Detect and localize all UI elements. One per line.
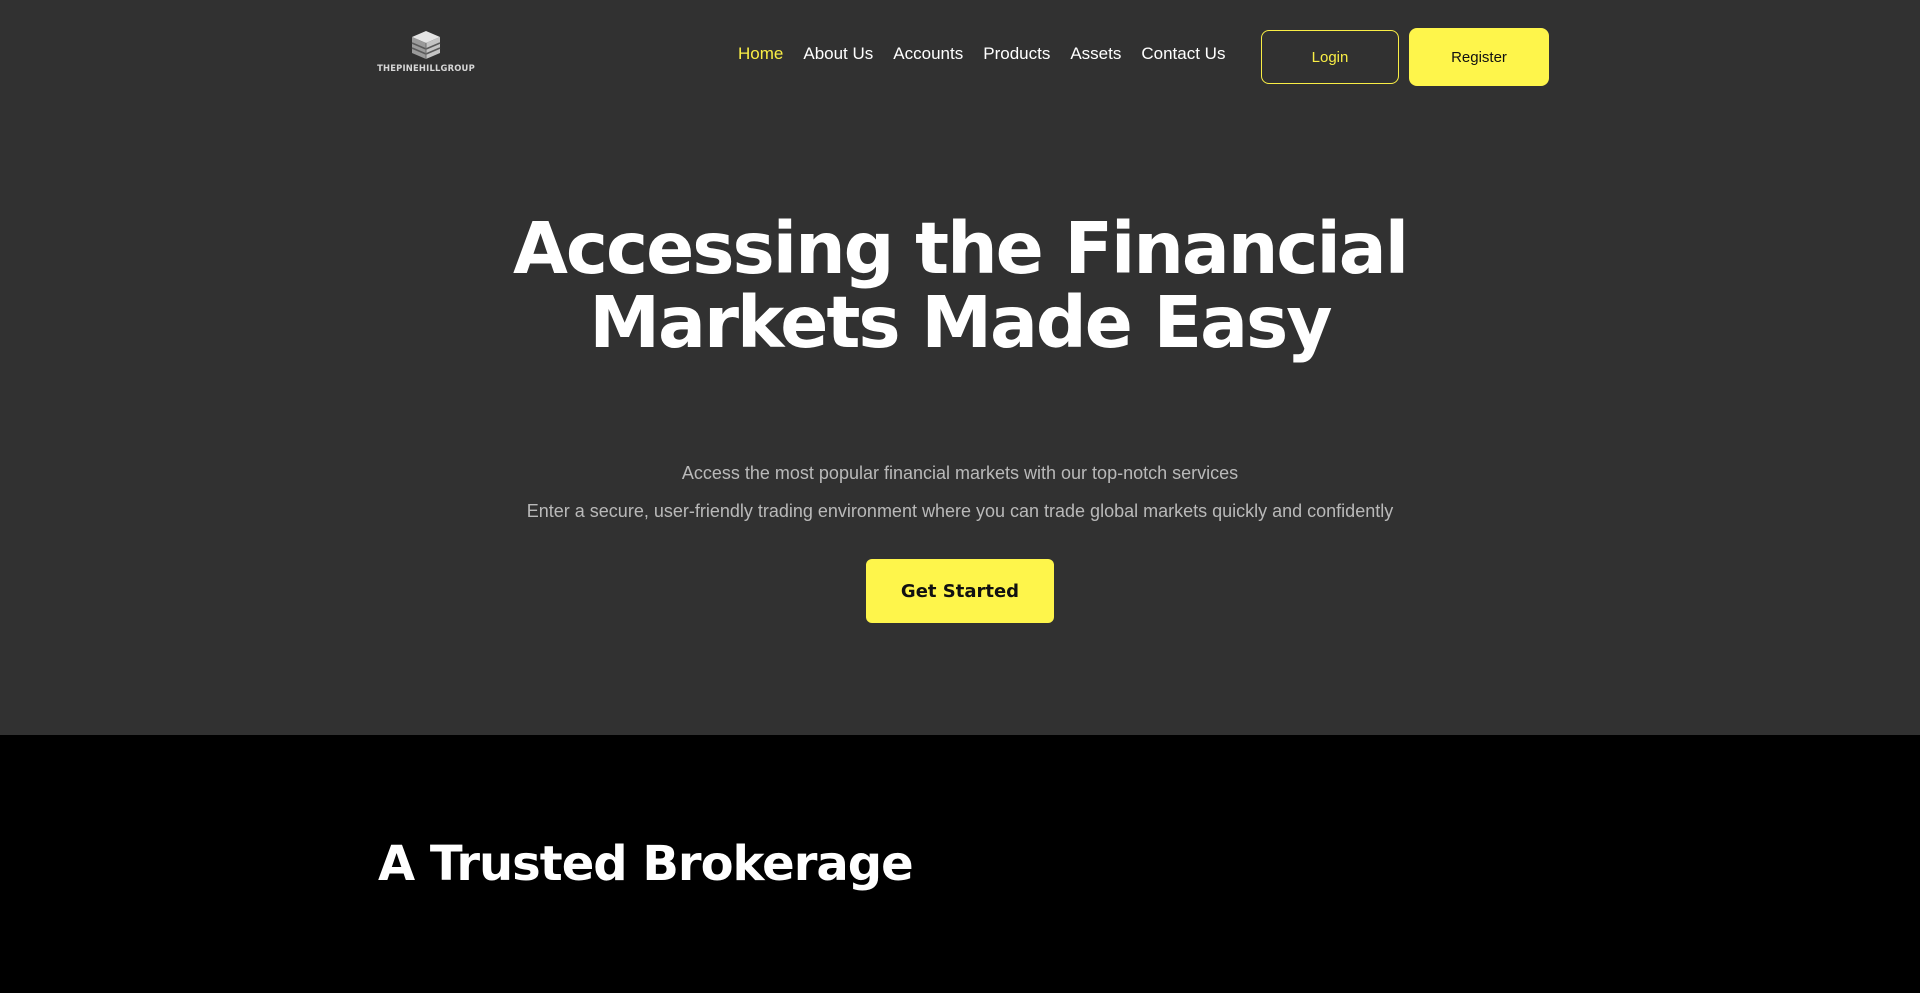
main-nav: Home About Us Accounts Products Assets C… (738, 44, 1225, 64)
cube-logo-icon (411, 31, 441, 59)
register-button[interactable]: Register (1409, 28, 1549, 86)
site-header: THEPINEHILLGROUP Home About Us Accounts … (0, 0, 1920, 113)
nav-item-products[interactable]: Products (983, 44, 1050, 64)
hero-subtitle-1: Access the most popular financial market… (681, 463, 1239, 483)
hero-title: Accessing the Financial Markets Made Eas… (0, 212, 1920, 360)
nav-item-about-us[interactable]: About Us (803, 44, 873, 64)
nav-item-home[interactable]: Home (738, 44, 783, 64)
hero-title-line-2: Markets Made Easy (589, 281, 1332, 364)
nav-item-assets[interactable]: Assets (1070, 44, 1121, 64)
trusted-brokerage-heading: A Trusted Brokerage (378, 836, 914, 892)
brand-logo[interactable]: THEPINEHILLGROUP (372, 30, 480, 80)
login-button[interactable]: Login (1261, 30, 1399, 84)
hero-title-line-1: Accessing the Financial (512, 207, 1409, 290)
nav-item-accounts[interactable]: Accounts (893, 44, 963, 64)
nav-item-contact-us[interactable]: Contact Us (1141, 44, 1225, 64)
hero-section: THEPINEHILLGROUP Home About Us Accounts … (0, 0, 1920, 735)
logo-text: THEPINEHILLGROUP (377, 63, 475, 73)
hero-subtitle-2: Enter a secure, user-friendly trading en… (526, 501, 1394, 521)
get-started-button[interactable]: Get Started (866, 559, 1054, 623)
